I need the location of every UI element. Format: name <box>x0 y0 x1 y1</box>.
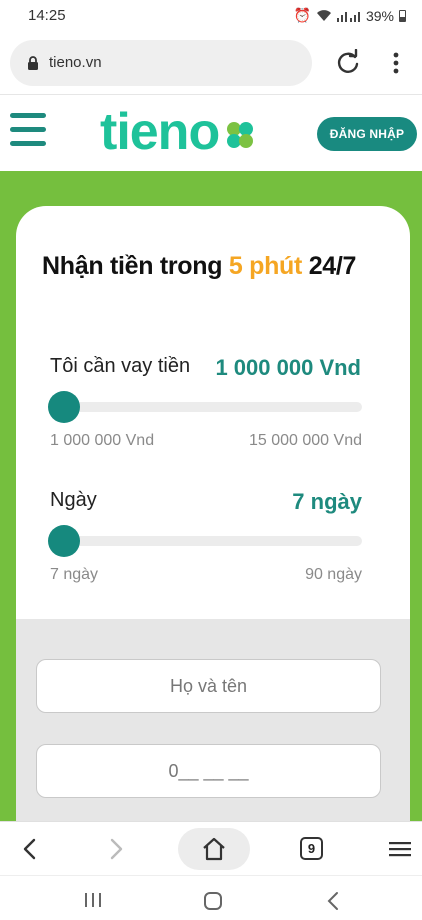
forward-arrow-icon <box>110 838 123 860</box>
days-min-label: 7 ngày <box>50 566 99 583</box>
amount-slider-thumb[interactable] <box>48 391 80 423</box>
menu-icon[interactable] <box>10 113 46 149</box>
days-slider-thumb[interactable] <box>48 525 80 557</box>
title-pre: Nhận tiền trong <box>42 252 229 280</box>
wifi-icon <box>316 9 331 21</box>
recent-apps-icon[interactable] <box>84 892 102 908</box>
phone-field[interactable]: 0__ __ __ <box>36 744 381 798</box>
hero-section: Nhận tiền trong 5 phút 24/7 Tôi cần vay … <box>0 171 422 826</box>
back-arrow-icon <box>23 838 36 860</box>
days-value: 7 ngày <box>292 489 362 514</box>
status-icons: ⏰ 39% <box>294 7 406 24</box>
title-highlight: 5 phút <box>228 252 303 280</box>
full-name-field[interactable]: Họ và tên <box>36 659 381 713</box>
forward-button[interactable] <box>102 822 132 876</box>
lock-icon <box>28 56 38 70</box>
home-button[interactable] <box>178 828 250 870</box>
system-navigation-bar <box>0 875 422 920</box>
amount-max-label: 15 000 000 Vnd <box>249 432 362 449</box>
status-time: 14:25 <box>28 7 66 24</box>
days-label: Ngày <box>50 489 97 511</box>
address-bar[interactable]: tieno.vn <box>10 40 312 86</box>
amount-label: Tôi cần vay tiền <box>50 355 191 377</box>
title-post: 24/7 <box>302 252 357 280</box>
tieno-logo[interactable]: tieno <box>100 105 264 159</box>
alarm-icon: ⏰ <box>293 7 311 23</box>
system-home-icon[interactable] <box>203 891 223 911</box>
reload-icon[interactable] <box>334 49 362 77</box>
signal-icon <box>336 11 360 22</box>
battery-icon <box>399 9 406 22</box>
loan-calculator-card: Nhận tiền trong 5 phút 24/7 Tôi cần vay … <box>16 206 410 826</box>
days-slider-track[interactable] <box>50 536 362 546</box>
application-form: Họ và tên 0__ __ __ <box>16 619 410 826</box>
more-options-icon[interactable] <box>384 49 408 77</box>
site-header: tieno ĐĂNG NHẬP <box>0 94 422 171</box>
logo-text: tieno <box>100 105 219 159</box>
battery-percent: 39% <box>365 7 394 24</box>
amount-slider-track[interactable] <box>50 402 362 412</box>
address-text: tieno.vn <box>49 54 102 71</box>
system-back-icon[interactable] <box>326 891 340 911</box>
tab-switcher-button[interactable]: 9 <box>300 837 323 860</box>
login-button[interactable]: ĐĂNG NHẬP <box>317 117 417 151</box>
browser-toolbar: tieno.vn <box>0 32 422 94</box>
back-button[interactable] <box>14 822 44 876</box>
home-icon <box>203 837 225 861</box>
browser-bottom-bar: 9 <box>0 821 422 875</box>
days-max-label: 90 ngày <box>305 566 362 583</box>
browser-menu-button[interactable] <box>386 822 414 876</box>
amount-min-label: 1 000 000 Vnd <box>50 432 155 449</box>
clover-icon <box>227 122 253 148</box>
hero-title: Nhận tiền trong 5 phút 24/7 <box>42 252 356 281</box>
amount-value: 1 000 000 Vnd <box>215 355 361 380</box>
status-bar: 14:25 ⏰ 39% <box>0 0 422 32</box>
menu-lines-icon <box>389 842 411 857</box>
